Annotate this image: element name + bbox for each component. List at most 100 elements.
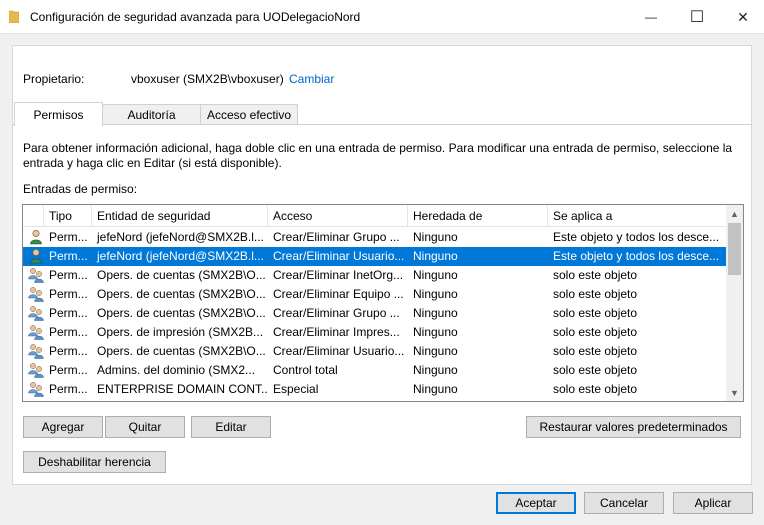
main-panel: Propietario: vboxuser (SMX2B\vboxuser) C… — [12, 45, 752, 485]
cell-acceso: Crear/Eliminar Impres... — [273, 325, 400, 339]
chevron-down-icon: ▼ — [730, 387, 739, 398]
cell-aplica: solo este objeto — [553, 382, 638, 396]
disable-inheritance-button[interactable]: Deshabilitar herencia — [23, 451, 166, 473]
column-header-acceso[interactable]: Acceso — [268, 205, 408, 227]
group-icon — [28, 267, 44, 283]
column-header-icon[interactable] — [23, 205, 44, 227]
owner-value: vboxuser (SMX2B\vboxuser) — [131, 72, 284, 86]
cell-tipo: Perm... — [49, 230, 88, 244]
cell-entidad: ENTERPRISE DOMAIN CONT... — [97, 382, 268, 396]
cell-aplica: solo este objeto — [553, 344, 638, 358]
cell-entidad: Opers. de cuentas (SMX2B\O... — [97, 287, 266, 301]
user-icon — [28, 229, 44, 245]
title-bar: Configuración de seguridad avanzada para… — [0, 0, 764, 34]
cell-tipo: Perm... — [49, 382, 88, 396]
cell-aplica: Este objeto y todos los desce... — [553, 249, 720, 263]
table-row[interactable]: Perm... ENTERPRISE DOMAIN CONT... Especial… — [23, 380, 726, 399]
tab-bar: Permisos Auditoría Acceso efectivo — [13, 102, 751, 126]
table-row[interactable]: Perm... Opers. de impresión (SMX2B... Crea… — [23, 323, 726, 342]
apply-button[interactable]: Aplicar — [673, 492, 753, 514]
cell-acceso: Crear/Eliminar Usuario... — [273, 344, 405, 358]
scroll-thumb[interactable] — [728, 223, 741, 275]
cell-acceso: Crear/Eliminar Equipo ... — [273, 287, 404, 301]
cell-entidad: Admins. del dominio (SMX2... — [97, 363, 256, 377]
vertical-scrollbar[interactable]: ▲ ▼ — [726, 205, 743, 401]
restore-defaults-button[interactable]: Restaurar valores predeterminados — [526, 416, 741, 438]
cell-aplica: solo este objeto — [553, 268, 638, 282]
maximize-icon: ☐ — [689, 9, 705, 26]
permission-entries-list[interactable]: Tipo Entidad de seguridad Acceso Heredad… — [22, 204, 744, 402]
window-title: Configuración de seguridad avanzada para… — [30, 10, 361, 24]
cell-entidad: jefeNord (jefeNord@SMX2B.l... — [97, 230, 264, 244]
list-header: Tipo Entidad de seguridad Acceso Heredad… — [23, 205, 726, 227]
cell-entidad: Opers. de cuentas (SMX2B\O... — [97, 306, 266, 320]
cell-tipo: Perm... — [49, 287, 88, 301]
cell-heredada: Ninguno — [413, 268, 458, 282]
table-row[interactable]: Perm... jefeNord (jefeNord@SMX2B.l... Crea… — [23, 228, 726, 247]
info-text: Para obtener información adicional, haga… — [23, 141, 733, 170]
group-icon — [28, 381, 44, 397]
chevron-up-icon: ▲ — [730, 208, 739, 219]
cancel-button[interactable]: Cancelar — [584, 492, 664, 514]
close-button[interactable]: ✕ — [720, 0, 764, 34]
entries-label: Entradas de permiso: — [23, 182, 138, 196]
tab-permissions[interactable]: Permisos — [14, 102, 103, 126]
cell-aplica: solo este objeto — [553, 287, 638, 301]
cell-acceso: Crear/Eliminar Usuario... — [273, 249, 405, 263]
cell-heredada: Ninguno — [413, 306, 458, 320]
column-header-aplica[interactable]: Se aplica a — [548, 205, 726, 227]
cell-acceso: Crear/Eliminar Grupo ... — [273, 306, 400, 320]
cell-entidad: Opers. de cuentas (SMX2B\O... — [97, 268, 266, 282]
folder-icon — [9, 10, 19, 23]
column-header-entidad[interactable]: Entidad de seguridad — [92, 205, 268, 227]
cell-aplica: solo este objeto — [553, 306, 638, 320]
user-icon — [28, 248, 44, 264]
tab-auditing[interactable]: Auditoría — [102, 104, 201, 125]
tab-divider — [13, 124, 751, 125]
change-owner-link[interactable]: Cambiar — [289, 72, 334, 86]
table-row[interactable]: Perm... Opers. de cuentas (SMX2B\O... Crea… — [23, 266, 726, 285]
group-icon — [28, 362, 44, 378]
cell-aplica: solo este objeto — [553, 325, 638, 339]
cell-heredada: Ninguno — [413, 344, 458, 358]
cell-tipo: Perm... — [49, 325, 88, 339]
table-row[interactable]: Perm... Admins. del dominio (SMX2... Contr… — [23, 361, 726, 380]
scroll-down-button[interactable]: ▼ — [726, 384, 743, 401]
owner-label: Propietario: — [23, 72, 85, 86]
minimize-button[interactable]: — — [628, 0, 674, 34]
cell-heredada: Ninguno — [413, 287, 458, 301]
cell-tipo: Perm... — [49, 363, 88, 377]
cell-entidad: jefeNord (jefeNord@SMX2B.l... — [97, 249, 264, 263]
group-icon — [28, 343, 44, 359]
close-icon: ✕ — [737, 8, 749, 25]
cell-acceso: Especial — [273, 382, 319, 396]
table-row[interactable]: Perm... Opers. de cuentas (SMX2B\O... Crea… — [23, 342, 726, 361]
cell-heredada: Ninguno — [413, 230, 458, 244]
tab-effective-access[interactable]: Acceso efectivo — [200, 104, 298, 125]
add-button[interactable]: Agregar — [23, 416, 103, 438]
cell-tipo: Perm... — [49, 268, 88, 282]
group-icon — [28, 286, 44, 302]
cell-aplica: solo este objeto — [553, 363, 638, 377]
maximize-button[interactable]: ☐ — [674, 0, 720, 34]
group-icon — [28, 305, 44, 321]
column-header-heredada[interactable]: Heredada de — [408, 205, 548, 227]
cell-entidad: Opers. de cuentas (SMX2B\O... — [97, 344, 266, 358]
cell-tipo: Perm... — [49, 249, 88, 263]
table-row[interactable]: Perm... jefeNord (jefeNord@SMX2B.l... Crea… — [23, 247, 726, 266]
column-header-tipo[interactable]: Tipo — [44, 205, 92, 227]
table-row[interactable]: Perm... Opers. de cuentas (SMX2B\O... Crea… — [23, 304, 726, 323]
cell-entidad: Opers. de impresión (SMX2B... — [97, 325, 264, 339]
cell-heredada: Ninguno — [413, 382, 458, 396]
ok-button[interactable]: Aceptar — [496, 492, 576, 514]
cell-heredada: Ninguno — [413, 325, 458, 339]
cell-acceso: Control total — [273, 363, 338, 377]
cell-heredada: Ninguno — [413, 363, 458, 377]
table-row[interactable]: Perm... Opers. de cuentas (SMX2B\O... Crea… — [23, 285, 726, 304]
edit-button[interactable]: Editar — [191, 416, 271, 438]
cell-acceso: Crear/Eliminar InetOrg... — [273, 268, 404, 282]
cell-aplica: Este objeto y todos los desce... — [553, 230, 720, 244]
scroll-up-button[interactable]: ▲ — [726, 205, 743, 222]
remove-button[interactable]: Quitar — [105, 416, 185, 438]
cell-heredada: Ninguno — [413, 249, 458, 263]
